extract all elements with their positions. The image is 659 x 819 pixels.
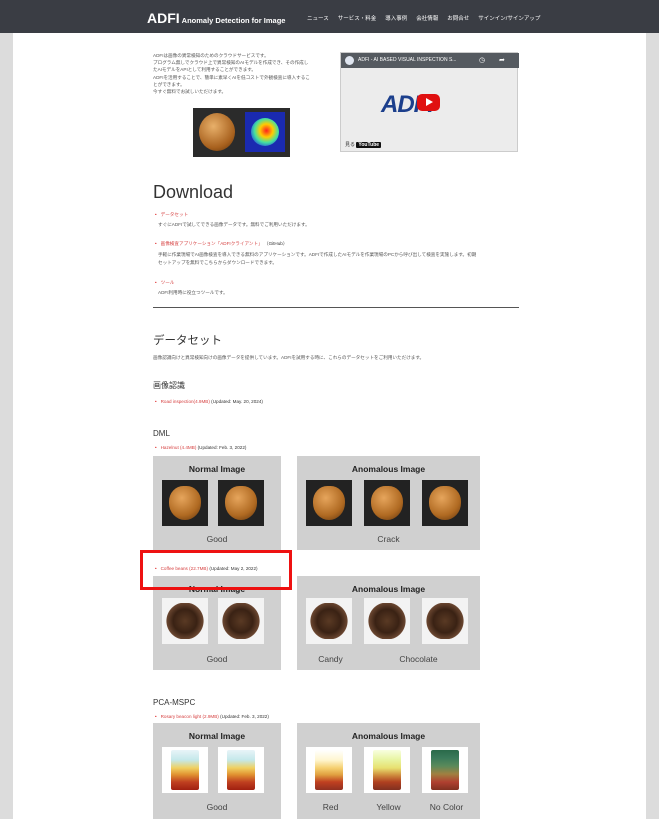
- watch-on-youtube[interactable]: 見る YouTube: [345, 141, 382, 148]
- vial-good-image-2: [218, 747, 264, 793]
- channel-avatar[interactable]: [345, 56, 354, 65]
- client-description: 手軽に作業現場でAI画像検査を導入できる無料のアプリケーションです。ADFIで作…: [158, 252, 477, 257]
- hazelnut-link[interactable]: Hazelnut (4.4MB): [161, 445, 197, 450]
- site-logo[interactable]: ADFI Anomaly Detection for Image: [147, 10, 285, 26]
- main-nav: ニュース サービス・料金 導入事例 会社情報 お問合せ サインイン/サインアップ: [307, 14, 540, 22]
- road-inspection-link[interactable]: Road inspection(4.9MB): [161, 399, 210, 404]
- section-divider: [153, 307, 519, 308]
- intro-heatmap-image: [193, 108, 290, 157]
- coffee-chocolate-image-2: [422, 598, 468, 644]
- updated-date: (Updated: Feb. 3, 2022): [197, 445, 247, 450]
- list-item: • 画像検査アプリケーション「ADFIクライアント」 （GitHub）: [155, 241, 288, 246]
- updated-date: (Updated: Feb. 3, 2022): [220, 714, 269, 719]
- tools-description: ADFI利用時に役立つツールです。: [158, 290, 228, 295]
- tools-link[interactable]: ツール: [161, 280, 175, 285]
- panel-caption: Crack: [377, 534, 400, 544]
- coffee-anomalous-panel: Anomalous Image Candy Chocolate: [297, 576, 480, 670]
- list-item: • ツール: [155, 280, 175, 285]
- page-content: ADFIは画像の異常検知のためのクラウドサービスです。 プログラム無しでクラウド…: [13, 33, 646, 819]
- hazelnut-crack-image-1: [306, 480, 352, 526]
- nav-item-news[interactable]: ニュース: [307, 14, 329, 22]
- logo-text: ADFI: [147, 10, 180, 26]
- hazelnut-crack-image-2: [364, 480, 410, 526]
- video-title-bar: ADFI - AI BASED VISUAL INSPECTION S... ◷…: [341, 53, 519, 68]
- panel-caption: No Color: [429, 802, 464, 812]
- coffee-chocolate-image-1: [364, 598, 410, 644]
- coffee-good-image-1: [162, 598, 208, 644]
- recognition-heading: 画像認識: [153, 381, 185, 390]
- nav-item-contact[interactable]: お問合せ: [447, 14, 469, 22]
- coffee-good-image-2: [218, 598, 264, 644]
- intro-line: たAIモデルをAPIとして利用することができます。: [153, 67, 257, 73]
- nav-item-company[interactable]: 会社情報: [416, 14, 438, 22]
- list-item: • Hazelnut (4.4MB) (Updated: Feb. 3, 2022…: [155, 445, 247, 450]
- top-nav-bar: ADFI Anomaly Detection for Image ニュース サービ…: [0, 0, 659, 33]
- list-item: • データセット: [155, 212, 189, 217]
- youtube-logo-icon: YouTube: [356, 142, 382, 148]
- download-heading: Download: [153, 182, 234, 202]
- share-icon[interactable]: ➦: [499, 56, 505, 64]
- play-button-icon[interactable]: [417, 94, 440, 111]
- pca-anomalous-panel: Anomalous Image Red Yellow No Color: [297, 723, 480, 819]
- logo-subtitle: Anomaly Detection for Image: [181, 16, 286, 25]
- hazelnut-normal-panel: Normal Image Good: [153, 456, 281, 550]
- watch-later-icon[interactable]: ◷: [479, 56, 485, 64]
- client-description: セットアップを無料でこちらからダウンロードできます。: [158, 260, 277, 265]
- github-link[interactable]: （GitHub）: [264, 241, 288, 246]
- dataset-intro: 画像認識向けと異常検知向けの画像データを提供しています。ADFIを試用する時に、…: [153, 355, 425, 360]
- intro-line: ADFIは画像の異常検知のためのクラウドサービスです。: [153, 53, 269, 58]
- list-item: • Rosary beacon light (2.9MB) (Updated: F…: [155, 714, 269, 719]
- hazelnut-photo: [199, 113, 235, 151]
- adfi-client-link[interactable]: 画像検査アプリケーション「ADFIクライアント」: [161, 241, 263, 246]
- panel-title: Anomalous Image: [351, 584, 426, 594]
- vial-nocolor-image: [422, 747, 468, 793]
- coffee-candy-image: [306, 598, 352, 644]
- vial-red-image: [306, 747, 352, 793]
- heatmap-overlay: [245, 112, 285, 152]
- intro-line: ADFIを活用することで、簡単に素早くAIを低コストで外観検査に導入するこ: [153, 74, 310, 80]
- dataset-heading: データセット: [153, 335, 222, 347]
- hazelnut-good-image-2: [218, 480, 264, 526]
- video-title[interactable]: ADFI - AI BASED VISUAL INSPECTION S...: [358, 57, 456, 63]
- rosary-light-link[interactable]: Rosary beacon light (2.9MB): [161, 714, 219, 719]
- intro-line: プログラム無しでクラウド上で異常検知のAIモデルを作成でき、その作成し: [153, 60, 309, 66]
- hazelnut-anomalous-panel: Anomalous Image Crack: [297, 456, 480, 550]
- panel-title: Normal Image: [188, 731, 246, 741]
- hazelnut-crack-image-3: [422, 480, 468, 526]
- intro-line: 今すぐ無料でお試しいただけます。: [153, 89, 227, 95]
- youtube-video-embed[interactable]: ADFI - AI BASED VISUAL INSPECTION S... ◷…: [340, 52, 519, 152]
- pca-heading: PCA-MSPC: [153, 698, 196, 707]
- panel-caption: Chocolate: [399, 654, 438, 664]
- dataset-link[interactable]: データセット: [161, 212, 189, 217]
- panel-title: Anomalous Image: [351, 731, 426, 741]
- panel-caption: Good: [206, 534, 228, 544]
- vial-yellow-image: [364, 747, 410, 793]
- dml-heading: DML: [153, 429, 170, 438]
- nav-item-signin[interactable]: サインイン/サインアップ: [478, 14, 540, 22]
- hazelnut-good-image-1: [162, 480, 208, 526]
- dataset-description: すぐにADFIで試してできる画像データです。無料でご利用いただけます。: [158, 222, 310, 227]
- nav-item-services[interactable]: サービス・料金: [338, 14, 377, 22]
- highlight-box: [140, 550, 292, 590]
- panel-title: Anomalous Image: [351, 464, 426, 474]
- updated-date: (Updated: May. 20, 2024): [211, 399, 263, 404]
- intro-text: ADFIは画像の異常検知のためのクラウドサービスです。 プログラム無しでクラウド…: [153, 52, 333, 95]
- nav-item-cases[interactable]: 導入事例: [385, 14, 407, 22]
- panel-title: Normal Image: [188, 464, 246, 474]
- vial-good-image-1: [162, 747, 208, 793]
- list-item: • Road inspection(4.9MB) (Updated: May. 2…: [155, 399, 263, 404]
- intro-line: とができます。: [153, 81, 185, 87]
